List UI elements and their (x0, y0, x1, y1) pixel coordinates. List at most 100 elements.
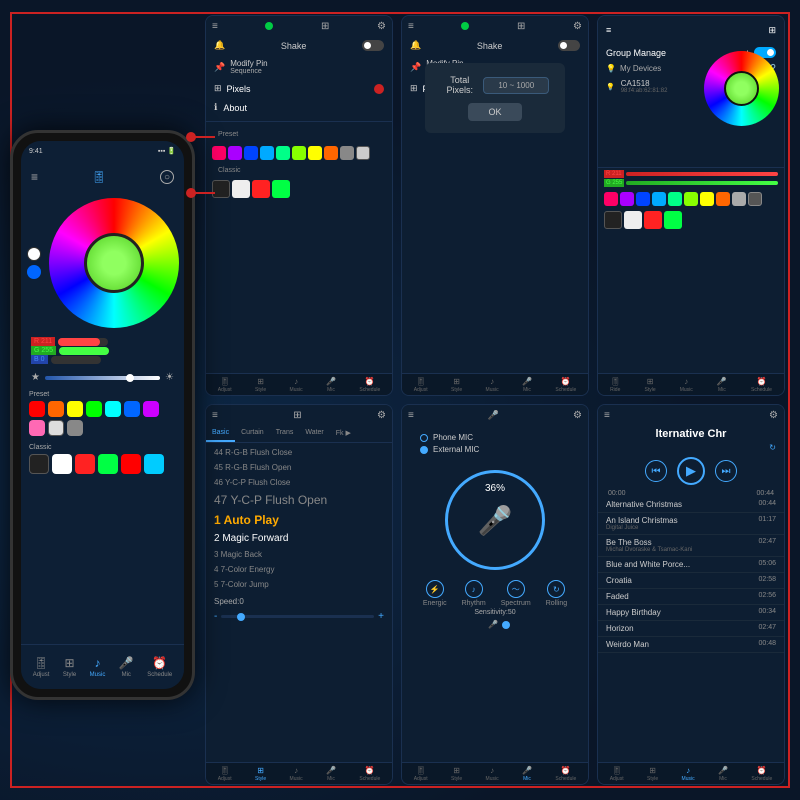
ss3-preset-dots[interactable] (598, 189, 784, 209)
ss5-nav-mic[interactable]: 🎤Mic (522, 766, 532, 782)
song-horizon[interactable]: Horizon 02:47 (598, 621, 784, 637)
nav-schedule[interactable]: ⏰ Schedule (147, 656, 172, 678)
brightness-slider[interactable] (45, 376, 160, 380)
ss2-shake-toggle[interactable] (558, 40, 580, 51)
color-wheel[interactable] (49, 198, 179, 328)
ss1-classic-color-row[interactable] (206, 178, 392, 200)
pixels-row[interactable]: ⊞ Pixels (206, 79, 392, 98)
mic-circle[interactable]: 36% 🎤 (445, 470, 545, 570)
ss6-nav-adjust[interactable]: 🎚Adjust (610, 766, 624, 782)
user-icon[interactable]: ○ (160, 170, 174, 184)
item-4-energy[interactable]: 4 7-Color Energy (206, 562, 392, 577)
song-be-the-boss[interactable]: Be The BossMichal Dvoraske & Tsamac-Kani… (598, 535, 784, 557)
ss6-nav-style[interactable]: ⊞Style (647, 766, 658, 782)
speed-minus-btn[interactable]: - (214, 611, 217, 622)
external-mic-radio[interactable] (420, 446, 428, 454)
ss1-classic-dots[interactable]: Classic (206, 163, 392, 178)
item-47[interactable]: 47 Y-C-P Flush Open (206, 490, 392, 510)
ss2-nav-schedule[interactable]: ⏰Schedule (555, 377, 576, 393)
next-button[interactable]: ⏭ (715, 460, 737, 482)
item-45[interactable]: 45 R-G-B Flush Open (206, 460, 392, 475)
color-wheel-area[interactable] (21, 193, 184, 333)
phone-mic-radio[interactable] (420, 434, 428, 442)
ss3-nav-adjust[interactable]: 🎚Ride (610, 377, 620, 393)
nav-mic[interactable]: 🎤 Mic (119, 656, 134, 678)
song-weirdo-man[interactable]: Weirdo Man 00:48 (598, 637, 784, 653)
ss3-color-wheel[interactable] (704, 51, 779, 126)
ss3-nav-mic[interactable]: 🎤Mic (717, 377, 727, 393)
about-row[interactable]: ℹ About (206, 98, 392, 117)
ss6-nav-schedule[interactable]: ⏰Schedule (751, 766, 772, 782)
item-44[interactable]: 44 R-G-B Flush Close (206, 445, 392, 460)
external-mic-option[interactable]: External MIC (420, 445, 570, 454)
ss6-nav-mic[interactable]: 🎤Mic (718, 766, 728, 782)
item-5-jump[interactable]: 5 7-Color Jump (206, 577, 392, 592)
total-pixels-dialog[interactable]: Total Pixels: 10 ~ 1000 OK (425, 63, 565, 133)
ss2-nav-mic[interactable]: 🎤Mic (522, 377, 532, 393)
spectrum-control[interactable]: 〜 Spectrum (501, 580, 531, 607)
item-1-auto[interactable]: 1 Auto Play (206, 510, 392, 530)
nav-style[interactable]: ⊞ Style (63, 656, 76, 678)
tune-icon[interactable]: 🎚 (91, 170, 106, 184)
rolling-control[interactable]: ↻ Rolling (546, 580, 567, 607)
brightness-row[interactable]: ★ ☀ (21, 368, 184, 387)
shake-toggle[interactable] (362, 40, 384, 51)
prev-button[interactable]: ⏮ (645, 460, 667, 482)
ss4-nav-adjust[interactable]: 🎚Adjust (218, 766, 232, 782)
ss5-nav-music[interactable]: ♪Music (486, 766, 499, 782)
ss2-nav-style[interactable]: ⊞Style (451, 377, 462, 393)
ok-button[interactable]: OK (468, 103, 521, 121)
ss5-nav-style[interactable]: ⊞Style (451, 766, 462, 782)
item-2-magic[interactable]: 2 Magic Forward (206, 530, 392, 547)
tab-trans[interactable]: Trans (270, 425, 300, 442)
tab-curtain[interactable]: Curtain (235, 425, 270, 442)
ss4-nav-schedule[interactable]: ⏰Schedule (359, 766, 380, 782)
song-happy-birthday[interactable]: Happy Birthday 00:34 (598, 605, 784, 621)
sensitivity-slider-container[interactable]: 🎤 (480, 618, 510, 631)
item-3-magic[interactable]: 3 Magic Back (206, 547, 392, 562)
ss3-nav-music[interactable]: ♪Music (680, 377, 693, 393)
modify-pin-row[interactable]: 📌 Modify Pin Sequence (206, 55, 392, 79)
energic-control[interactable]: ⚡ Energic (423, 580, 447, 607)
ss1-nav-mic[interactable]: 🎤Mic (326, 377, 336, 393)
ss3-nav-style[interactable]: ⊞Style (644, 377, 655, 393)
tab-basic[interactable]: Basic (206, 425, 235, 442)
ss2-shake-row[interactable]: 🔔 Shake (402, 36, 588, 55)
rhythm-control[interactable]: ♪ Rhythm (462, 580, 486, 607)
song-alternative-christmas[interactable]: Alternative Christmas 00:44 (598, 497, 784, 513)
ss4-nav-style[interactable]: ⊞Style (255, 766, 266, 782)
song-blue-white[interactable]: Blue and White Porce... 05:06 (598, 557, 784, 573)
ss1-preset-dots[interactable] (206, 143, 392, 163)
phone-mic-option[interactable]: Phone MIC (420, 433, 570, 442)
speed-plus-btn[interactable]: + (378, 611, 384, 622)
item-46[interactable]: 46 Y-C-P Flush Close (206, 475, 392, 490)
speed-slider[interactable] (221, 615, 374, 618)
ss6-nav-music[interactable]: ♪Music (682, 766, 695, 782)
preset-colors[interactable] (29, 401, 176, 436)
ss1-nav-schedule[interactable]: ⏰Schedule (359, 377, 380, 393)
tab-water[interactable]: Water (299, 425, 329, 442)
song-faded[interactable]: Faded 02:56 (598, 589, 784, 605)
play-button[interactable]: ▶ (677, 457, 705, 485)
song-island-christmas[interactable]: An Island ChristmasDigital Juice 01:17 (598, 513, 784, 535)
ss2-nav-music[interactable]: ♪Music (486, 377, 499, 393)
song-croatia[interactable]: Croatia 02:58 (598, 573, 784, 589)
pixels-input[interactable]: 10 ~ 1000 (483, 77, 549, 94)
hamburger-icon[interactable]: ≡ (31, 170, 38, 184)
classic-colors[interactable] (29, 454, 176, 474)
ss1-nav-music[interactable]: ♪Music (290, 377, 303, 393)
ss4-nav-mic[interactable]: 🎤Mic (326, 766, 336, 782)
ss1-nav-style[interactable]: ⊞Style (255, 377, 266, 393)
ss3-classic-dots[interactable] (598, 209, 784, 231)
speed-slider-container[interactable]: - + (206, 609, 392, 624)
ss5-nav-schedule[interactable]: ⏰Schedule (555, 766, 576, 782)
nav-music[interactable]: ♪ Music (90, 656, 106, 678)
repeat-icon[interactable]: ↻ (598, 443, 784, 452)
ss5-nav-adjust[interactable]: 🎚Adjust (414, 766, 428, 782)
ss2-nav-adjust[interactable]: 🎚Adjust (414, 377, 428, 393)
ss1-nav-adjust[interactable]: 🎚Adjust (218, 377, 232, 393)
shake-row[interactable]: 🔔 Shake (206, 36, 392, 55)
nav-adjust[interactable]: 🎚 Adjust (33, 656, 50, 678)
tab-fk[interactable]: Fk ▶ (330, 425, 357, 442)
ss4-nav-music[interactable]: ♪Music (290, 766, 303, 782)
